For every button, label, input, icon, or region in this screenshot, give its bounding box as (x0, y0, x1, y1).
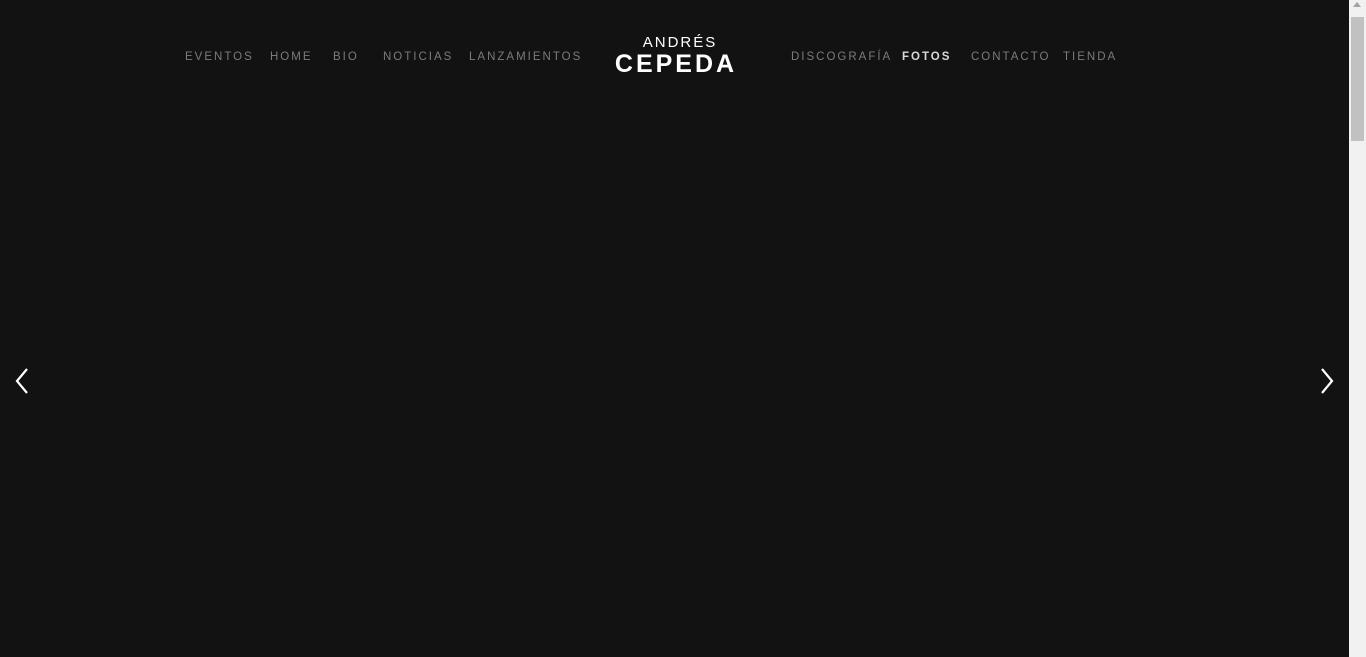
page: EVENTOS HOME BIO NOTICIAS LANZAMIENTOS A… (0, 0, 1366, 657)
scroll-thumb[interactable] (1351, 17, 1364, 141)
scroll-up-arrow-icon[interactable] (1353, 2, 1361, 7)
chevron-left-icon (15, 368, 28, 394)
nav-item-discografia[interactable]: DISCOGRAFÍA (791, 50, 892, 64)
slider-prev-button[interactable] (12, 366, 34, 396)
slider-next-button[interactable] (1317, 366, 1339, 396)
nav-item-noticias[interactable]: NOTICIAS (383, 50, 453, 64)
nav-item-home[interactable]: HOME (270, 50, 313, 64)
chevron-right-icon (1321, 368, 1334, 394)
site-logo[interactable]: ANDRÉS CEPEDA (609, 34, 743, 78)
nav-item-bio[interactable]: BIO (333, 50, 359, 64)
nav-item-eventos[interactable]: EVENTOS (185, 50, 254, 64)
nav-item-contacto[interactable]: CONTACTO (971, 50, 1050, 64)
logo-text-bottom: CEPEDA (614, 50, 738, 78)
nav-item-tienda[interactable]: TIENDA (1063, 50, 1117, 64)
site-header: EVENTOS HOME BIO NOTICIAS LANZAMIENTOS A… (0, 0, 1349, 110)
page-scrollbar[interactable] (1349, 0, 1366, 657)
nav-item-fotos[interactable]: FOTOS (902, 50, 951, 64)
nav-item-lanzamientos[interactable]: LANZAMIENTOS (469, 50, 582, 64)
